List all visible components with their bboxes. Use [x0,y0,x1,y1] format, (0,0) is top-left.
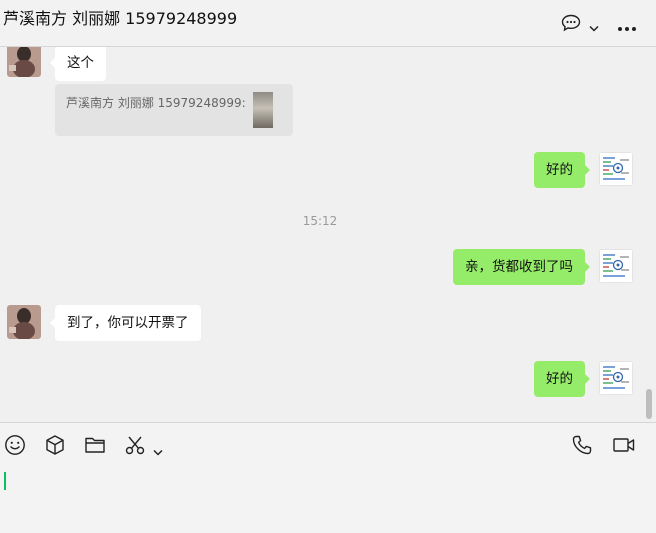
contact-avatar[interactable] [7,47,41,77]
quoted-image-thumbnail[interactable] [253,92,273,128]
message-outgoing[interactable]: 亲，货都收到了吗 [453,249,590,285]
chat-title: 芦溪南方 刘丽娜 15979248999 [3,9,238,28]
scissors-icon[interactable] [124,434,146,460]
chevron-down-icon[interactable] [589,18,599,37]
chat-messages[interactable]: 这个 芦溪南方 刘丽娜 15979248999: 好的 15:12 亲，货都收到… [0,47,656,421]
message-outgoing[interactable]: 好的 [534,152,590,188]
chevron-down-icon[interactable] [153,442,163,461]
message-input-cursor[interactable] [4,472,6,490]
chat-scrollbar[interactable] [646,389,652,419]
message-outgoing[interactable]: 好的 [534,361,590,397]
chat-bubble-icon[interactable] [561,14,581,36]
quoted-message-text: 芦溪南方 刘丽娜 15979248999: [66,96,246,110]
my-avatar[interactable] [599,249,633,283]
my-avatar[interactable] [599,361,633,395]
message-incoming[interactable]: 到了，你可以开票了 [50,305,201,341]
folder-icon[interactable] [84,434,106,460]
more-icon[interactable] [617,18,637,37]
box-icon[interactable] [44,434,66,460]
quoted-message[interactable]: 芦溪南方 刘丽娜 15979248999: [55,84,293,136]
message-timestamp: 15:12 [302,214,338,228]
emoji-icon[interactable] [4,434,26,460]
phone-icon[interactable] [571,434,593,460]
video-icon[interactable] [612,434,636,460]
message-incoming[interactable]: 这个 [50,47,106,81]
chat-header: 芦溪南方 刘丽娜 15979248999 [0,0,656,47]
contact-avatar[interactable] [7,305,41,339]
compose-area [0,422,656,533]
my-avatar[interactable] [599,152,633,186]
